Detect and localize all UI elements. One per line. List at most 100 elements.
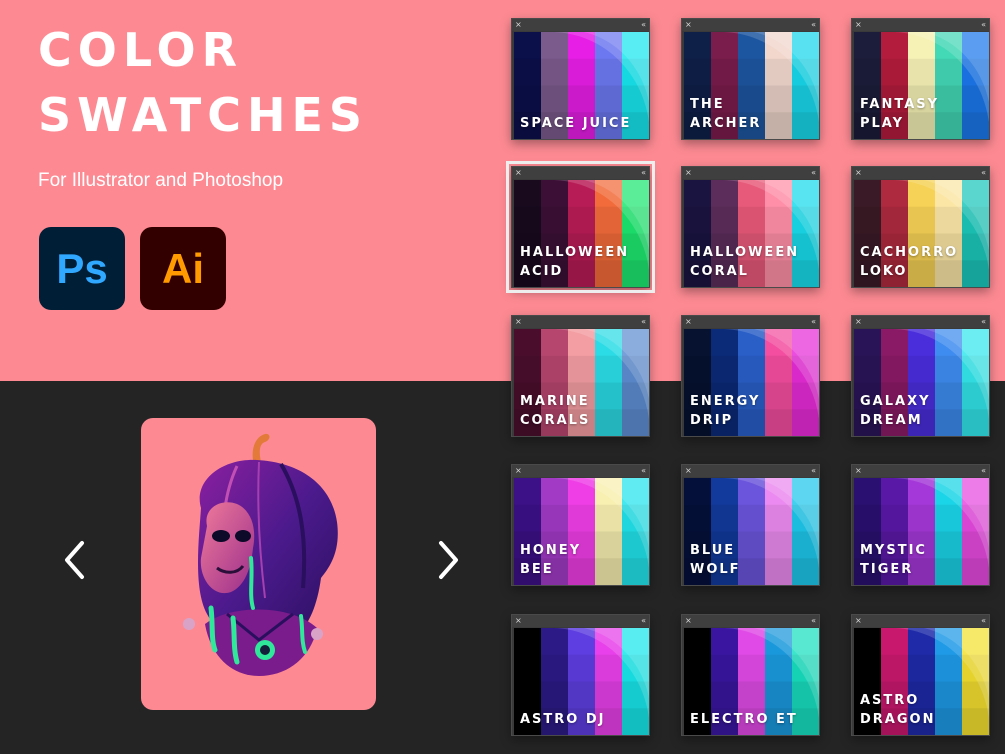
swatch-name: ASTRO DRAGON	[860, 693, 936, 727]
swatch-panel-blue-wolf[interactable]: × «BLUE WOLF	[681, 464, 820, 586]
swatch-cell[interactable]	[514, 329, 542, 357]
close-icon[interactable]: ×	[855, 465, 862, 477]
pumpkin-skull-illustration-icon	[183, 433, 338, 676]
collapse-icon[interactable]: «	[981, 465, 986, 477]
panel-titlebar: × «	[852, 316, 989, 328]
close-icon[interactable]: ×	[685, 316, 692, 328]
swatch-name: HALLOWEEN ACID	[520, 245, 630, 279]
carousel-image-card[interactable]	[141, 418, 376, 710]
close-icon[interactable]: ×	[515, 19, 522, 31]
swatch-panel-astro-dj[interactable]: × « ASTRO DJ	[511, 614, 650, 736]
chevron-right-icon	[439, 541, 458, 579]
swatch-panel-halloween-coral[interactable]: × «HALLOWEEN CORAL	[681, 166, 820, 288]
swatch-cell[interactable]	[684, 180, 712, 208]
panel-titlebar: × «	[512, 19, 649, 31]
close-icon[interactable]: ×	[685, 615, 692, 627]
swatch-cell[interactable]	[514, 478, 542, 506]
close-icon[interactable]: ×	[855, 167, 862, 179]
swatch-cell[interactable]	[541, 478, 569, 506]
swatch-cell[interactable]	[881, 478, 909, 506]
photoshop-icon: Ps	[39, 227, 125, 310]
swatch-panel-mystic-tiger[interactable]: × «MYSTIC TIGER	[851, 464, 990, 586]
collapse-icon[interactable]: «	[641, 316, 646, 328]
collapse-icon[interactable]: «	[981, 167, 986, 179]
swatch-panel-astro-dragon[interactable]: × « ASTRO DRAGON	[851, 614, 990, 736]
swatch-panel-space-juice[interactable]: × «SPACE JUICE	[511, 18, 650, 140]
swatch-name: SPACE JUICE	[520, 116, 632, 131]
collapse-icon[interactable]: «	[811, 19, 816, 31]
swatch-panel-honey-bee[interactable]: × «HONEY BEE	[511, 464, 650, 586]
panel-titlebar: × «	[682, 465, 819, 477]
swatch-cell[interactable]	[684, 32, 712, 60]
swatch-name: ELECTRO ET	[690, 712, 798, 727]
swatch-cell[interactable]	[684, 628, 712, 656]
swatch-cell[interactable]	[854, 478, 882, 506]
close-icon[interactable]: ×	[855, 615, 862, 627]
swatch-cell[interactable]	[514, 180, 542, 208]
panel-titlebar: × «	[852, 167, 989, 179]
page-subtitle: For Illustrator and Photoshop	[38, 170, 284, 191]
panel-titlebar: × «	[512, 465, 649, 477]
swatch-cell[interactable]	[854, 180, 882, 208]
close-icon[interactable]: ×	[515, 167, 522, 179]
swatch-name: THE ARCHER	[690, 97, 762, 131]
collapse-icon[interactable]: «	[981, 615, 986, 627]
swatch-panel-electro-et[interactable]: × «ELECTRO ET	[681, 614, 820, 736]
close-icon[interactable]: ×	[515, 465, 522, 477]
swatch-cell[interactable]	[541, 32, 569, 60]
panel-titlebar: × «	[512, 316, 649, 328]
swatch-panel-energy-drip[interactable]: × «ENERGY DRIP	[681, 315, 820, 437]
swatch-name: MARINE CORALS	[520, 394, 591, 428]
swatch-name: ASTRO DJ	[520, 712, 606, 727]
swatch-cell[interactable]	[881, 32, 909, 60]
panel-titlebar: × «	[852, 465, 989, 477]
panel-titlebar: × «	[682, 316, 819, 328]
panel-titlebar: × «	[682, 615, 819, 627]
swatch-cell[interactable]	[881, 628, 909, 656]
carousel-next-button[interactable]	[427, 538, 467, 582]
swatch-panel-cachorro-loko[interactable]: × «CACHORRO LOKO	[851, 166, 990, 288]
close-icon[interactable]: ×	[515, 316, 522, 328]
swatch-cell[interactable]	[514, 628, 542, 656]
swatch-cell[interactable]	[541, 628, 569, 656]
swatch-panel-the-archer[interactable]: × « THE ARCHER	[681, 18, 820, 140]
close-icon[interactable]: ×	[855, 19, 862, 31]
close-icon[interactable]: ×	[855, 316, 862, 328]
swatch-panel-fantasy-play[interactable]: × «FANTASY PLAY	[851, 18, 990, 140]
swatch-panel-halloween-acid[interactable]: × « HALLOWEEN ACID	[506, 161, 655, 293]
collapse-icon[interactable]: «	[641, 167, 646, 179]
carousel-prev-button[interactable]	[56, 538, 96, 582]
collapse-icon[interactable]: «	[981, 316, 986, 328]
collapse-icon[interactable]: «	[981, 19, 986, 31]
collapse-icon[interactable]: «	[811, 465, 816, 477]
swatch-cell[interactable]	[881, 329, 909, 357]
swatch-cell[interactable]	[541, 180, 569, 208]
collapse-icon[interactable]: «	[641, 615, 646, 627]
swatch-cell[interactable]	[711, 628, 739, 656]
swatch-cell[interactable]	[514, 32, 542, 60]
swatch-cell[interactable]	[711, 32, 739, 60]
swatch-panel-galaxy-dream[interactable]: × «GALAXY DREAM	[851, 315, 990, 437]
swatch-cell[interactable]	[541, 329, 569, 357]
collapse-icon[interactable]: «	[641, 19, 646, 31]
close-icon[interactable]: ×	[685, 167, 692, 179]
swatch-cell[interactable]	[711, 180, 739, 208]
collapse-icon[interactable]: «	[811, 316, 816, 328]
swatch-name: ENERGY DRIP	[690, 394, 761, 428]
swatch-cell[interactable]	[711, 478, 739, 506]
collapse-icon[interactable]: «	[641, 465, 646, 477]
swatch-cell[interactable]	[684, 329, 712, 357]
collapse-icon[interactable]: «	[811, 615, 816, 627]
swatch-cell[interactable]	[881, 180, 909, 208]
swatch-panel-marine-corals[interactable]: × «MARINE CORALS	[511, 315, 650, 437]
close-icon[interactable]: ×	[515, 615, 522, 627]
close-icon[interactable]: ×	[685, 465, 692, 477]
swatch-cell[interactable]	[854, 32, 882, 60]
swatch-cell[interactable]	[854, 628, 882, 656]
swatch-cell[interactable]	[854, 329, 882, 357]
chevron-left-icon	[65, 541, 84, 579]
collapse-icon[interactable]: «	[811, 167, 816, 179]
swatch-cell[interactable]	[684, 478, 712, 506]
close-icon[interactable]: ×	[685, 19, 692, 31]
swatch-cell[interactable]	[711, 329, 739, 357]
